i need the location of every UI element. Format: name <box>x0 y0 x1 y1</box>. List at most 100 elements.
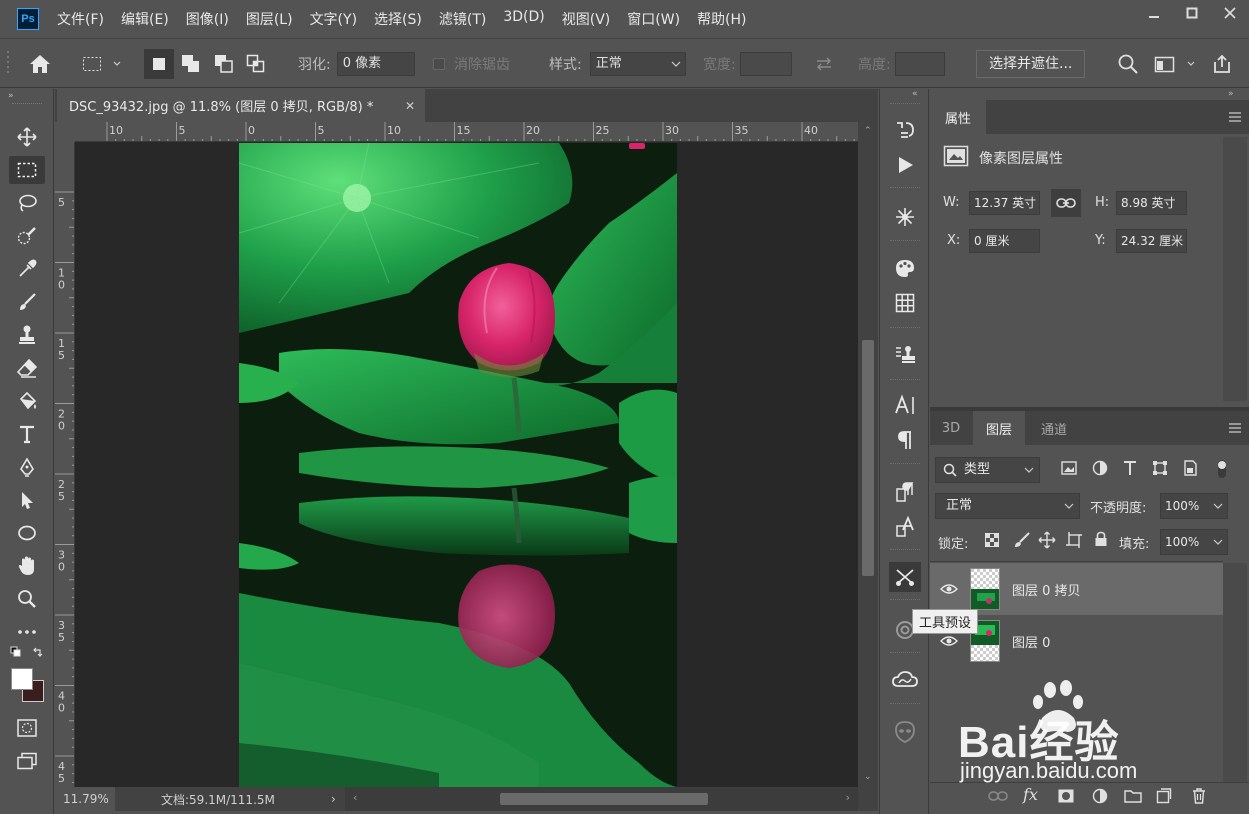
lock-position-icon[interactable] <box>1038 531 1056 553</box>
tab-layers[interactable]: 图层 <box>973 411 1025 445</box>
horizontal-ruler[interactable]: 10 5 0 5 10 15 20 25 30 35 40 <box>75 122 858 142</box>
feather-input[interactable]: 0 像素 <box>336 52 415 76</box>
menu-item[interactable]: 图层(L) <box>246 9 293 29</box>
menu-item[interactable]: 3D(D) <box>503 9 544 29</box>
hand-tool-icon[interactable] <box>9 552 45 580</box>
select-and-mask-button[interactable]: 选择并遮住... <box>976 50 1086 78</box>
paragraph-icon[interactable] <box>889 425 921 455</box>
properties-menu-icon[interactable] <box>1229 111 1241 126</box>
link-dimensions-icon[interactable] <box>1051 189 1081 217</box>
y-field[interactable]: 24.32 厘米 <box>1116 229 1187 253</box>
eyedropper-tool-icon[interactable] <box>9 255 45 283</box>
layer-row-copy[interactable]: 图层 0 拷贝 <box>930 563 1223 615</box>
horizontal-scrollbar[interactable]: ‹ › <box>345 787 858 811</box>
eye-icon[interactable] <box>940 583 958 595</box>
close-tab-icon[interactable]: ✕ <box>405 99 415 113</box>
document-tab[interactable]: DSC_93432.jpg @ 11.8% (图层 0 拷贝, RGB/8) *… <box>57 89 425 122</box>
character-styles-icon[interactable] <box>889 512 921 542</box>
menu-item[interactable]: 帮助(H) <box>697 9 746 29</box>
subtract-selection-icon[interactable] <box>213 39 235 89</box>
character-icon[interactable] <box>889 390 921 420</box>
brush-settings-icon[interactable] <box>889 202 921 232</box>
vertical-ruler[interactable]: 51015202530354045 <box>55 142 75 787</box>
blend-mode-select[interactable]: 正常 <box>935 493 1080 519</box>
path-selection-tool-icon[interactable] <box>9 486 45 514</box>
libraries-icon[interactable] <box>889 665 921 695</box>
filter-type-icon[interactable] <box>1123 460 1137 480</box>
eraser-tool-icon[interactable] <box>9 354 45 382</box>
type-tool-icon[interactable] <box>9 420 45 448</box>
fill-input[interactable]: 100% <box>1160 529 1228 555</box>
actions-play-icon[interactable] <box>889 150 921 180</box>
screen-mode-icon[interactable] <box>9 747 45 775</box>
quick-selection-tool-icon[interactable] <box>9 222 45 250</box>
properties-scrollbar[interactable] <box>1223 137 1247 401</box>
brush-tool-icon[interactable] <box>9 288 45 316</box>
lock-artboard-icon[interactable] <box>1065 531 1083 553</box>
menu-item[interactable]: 文字(Y) <box>310 9 357 29</box>
height-input[interactable] <box>894 52 945 76</box>
filter-toggle-icon[interactable] <box>1216 458 1228 484</box>
grip-handle[interactable] <box>6 39 10 89</box>
add-selection-icon[interactable] <box>180 39 202 89</box>
adobe-stock-icon[interactable] <box>889 717 921 747</box>
toolbar-grip[interactable] <box>12 103 42 104</box>
ellipse-tool-icon[interactable] <box>9 519 45 547</box>
move-tool-icon[interactable] <box>9 123 45 151</box>
menu-item[interactable]: 编辑(E) <box>121 9 169 29</box>
swatches-icon[interactable] <box>889 253 921 283</box>
status-menu-arrow[interactable]: › <box>331 792 336 806</box>
swap-dimensions-icon[interactable] <box>814 39 834 89</box>
menu-item[interactable]: 图像(I) <box>186 9 229 29</box>
layers-scrollbar[interactable] <box>1223 563 1247 783</box>
filter-pixel-icon[interactable] <box>1061 461 1077 479</box>
filter-adjustment-icon[interactable] <box>1092 460 1108 480</box>
more-tools-icon[interactable] <box>9 618 45 646</box>
x-field[interactable]: 0 厘米 <box>969 229 1040 253</box>
tab-3d[interactable]: 3D <box>930 411 972 445</box>
paint-bucket-tool-icon[interactable] <box>9 387 45 415</box>
layer-filter-select[interactable]: 类型 <box>935 457 1040 483</box>
style-select[interactable]: 正常 <box>589 52 686 76</box>
menu-item[interactable]: 文件(F) <box>57 9 104 29</box>
vertical-scrollbar-thumb[interactable] <box>862 340 874 576</box>
default-colors-icon[interactable] <box>10 646 22 662</box>
menu-item[interactable]: 窗口(W) <box>627 9 680 29</box>
lock-pixels-icon[interactable] <box>1013 531 1031 553</box>
intersect-selection-icon[interactable] <box>245 39 267 89</box>
tab-properties[interactable]: 属性 <box>930 100 986 134</box>
tab-channels[interactable]: 通道 <box>1026 411 1082 445</box>
horizontal-scrollbar-thumb[interactable] <box>500 793 708 805</box>
layers-menu-icon[interactable] <box>1229 422 1241 437</box>
tool-presets-icon[interactable] <box>889 562 921 592</box>
marquee-preset-icon[interactable] <box>82 39 122 89</box>
history-icon[interactable] <box>889 115 921 145</box>
panel-grip[interactable] <box>890 103 920 106</box>
clone-source-icon[interactable] <box>889 339 921 369</box>
paragraph-styles-icon[interactable] <box>889 477 921 507</box>
swap-colors-icon[interactable] <box>32 646 44 662</box>
menu-item[interactable]: 选择(S) <box>374 9 422 29</box>
opacity-input[interactable]: 100% <box>1160 493 1228 519</box>
lasso-tool-icon[interactable] <box>9 189 45 217</box>
collapse-panels-icon[interactable]: « <box>912 89 918 99</box>
zoom-tool-icon[interactable] <box>9 585 45 613</box>
zoom-level[interactable]: 11.79% <box>55 787 115 811</box>
close-icon[interactable] <box>1211 0 1249 26</box>
rectangular-marquee-tool-icon[interactable] <box>9 156 45 184</box>
menu-item[interactable]: 滤镜(T) <box>439 9 486 29</box>
collapse-right-icon[interactable]: » <box>1228 89 1234 99</box>
height-field[interactable]: 8.98 英寸 <box>1116 191 1187 215</box>
antialias-checkbox[interactable] <box>432 57 446 71</box>
maximize-icon[interactable] <box>1173 0 1211 26</box>
search-icon[interactable] <box>1117 39 1139 89</box>
width-field[interactable]: 12.37 英寸 <box>969 191 1040 215</box>
workspace-icon[interactable] <box>1153 39 1197 89</box>
clone-stamp-tool-icon[interactable] <box>9 321 45 349</box>
new-selection-icon[interactable] <box>144 49 174 79</box>
share-icon[interactable] <box>1211 39 1233 89</box>
minimize-icon[interactable] <box>1135 0 1173 26</box>
foreground-color-swatch[interactable] <box>11 668 33 690</box>
eye-icon[interactable] <box>940 635 958 647</box>
quick-mask-icon[interactable] <box>9 714 45 742</box>
